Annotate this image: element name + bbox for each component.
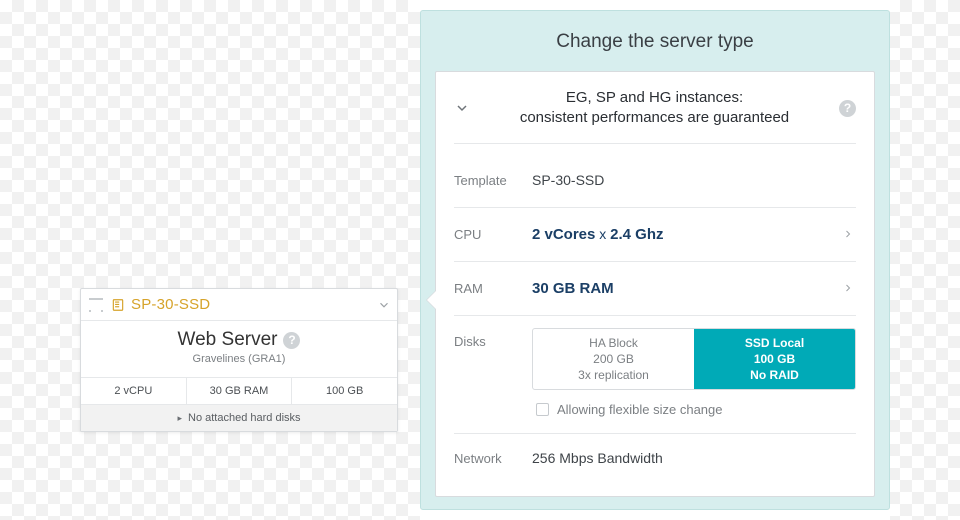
opt-line: 100 GB [694,351,855,367]
row-template: Template SP-30-SSD [454,154,856,208]
opt-line: 3x replication [533,367,694,383]
server-specs: 2 vCPU 30 GB RAM 100 GB [81,377,397,404]
chevron-down-icon [454,100,470,116]
spec-disk: 100 GB [291,378,397,404]
help-icon[interactable]: ? [283,332,300,349]
server-card-footer[interactable]: ▸ No attached hard disks [81,404,397,431]
caret-right-icon: ▸ [177,413,182,424]
disk-option-ha-block[interactable]: HA Block 200 GB 3x replication [533,329,694,390]
opt-line: 200 GB [533,351,694,367]
server-card-body: Web Server ? Gravelines (GRA1) [81,321,397,369]
flexible-size-checkbox[interactable]: Allowing flexible size change [536,402,856,417]
row-label: Network [454,451,532,466]
panel-body: EG, SP and HG instances: consistent perf… [435,71,875,497]
cpu-cores: 2 vCores [532,226,595,243]
row-label: Template [454,173,532,188]
chevron-down-icon[interactable] [377,298,391,312]
spec-cpu: 2 vCPU [81,378,186,404]
opt-line: SSD Local [694,335,855,351]
expander-header[interactable]: EG, SP and HG instances: consistent perf… [454,88,856,144]
row-label: Disks [454,328,532,349]
row-disks: Disks HA Block 200 GB 3x replication SSD… [454,316,856,435]
row-label: CPU [454,227,532,242]
footer-text: No attached hard disks [188,412,301,424]
cpu-sep: x [595,226,610,242]
row-label: RAM [454,281,532,296]
template-value: SP-30-SSD [532,172,856,188]
disk-toggle-group: HA Block 200 GB 3x replication SSD Local… [532,328,856,391]
server-location: Gravelines (GRA1) [81,353,397,365]
disk-option-ssd-local[interactable]: SSD Local 100 GB No RAID [694,329,855,390]
network-value: 256 Mbps Bandwidth [532,450,856,466]
ram-value: 30 GB RAM [532,280,840,297]
help-icon[interactable]: ? [839,100,856,117]
cpu-value: 2 vCores x 2.4 Ghz [532,226,840,243]
change-server-type-panel: Change the server type EG, SP and HG ins… [420,10,890,510]
row-cpu[interactable]: CPU 2 vCores x 2.4 Ghz [454,208,856,262]
server-card: SP-30-SSD Web Server ? Gravelines (GRA1)… [80,288,398,432]
server-card-header[interactable]: SP-30-SSD [81,289,397,321]
checkbox-label: Allowing flexible size change [557,402,722,417]
opt-line: No RAID [694,367,855,383]
row-network: Network 256 Mbps Bandwidth [454,434,856,482]
server-icon [111,298,125,312]
chevron-right-icon [840,228,856,240]
expander-title: EG, SP and HG instances: consistent perf… [482,88,827,129]
opt-line: HA Block [533,335,694,351]
server-template-name: SP-30-SSD [131,296,210,313]
row-ram[interactable]: RAM 30 GB RAM [454,262,856,316]
chevron-right-icon [840,282,856,294]
speech-pointer-icon [426,290,436,310]
server-name: Web Server [178,329,278,351]
drag-handle-icon[interactable] [89,298,103,312]
checkbox-icon [536,403,549,416]
spec-ram: 30 GB RAM [186,378,292,404]
cpu-freq: 2.4 Ghz [610,226,663,243]
panel-title: Change the server type [435,11,875,71]
